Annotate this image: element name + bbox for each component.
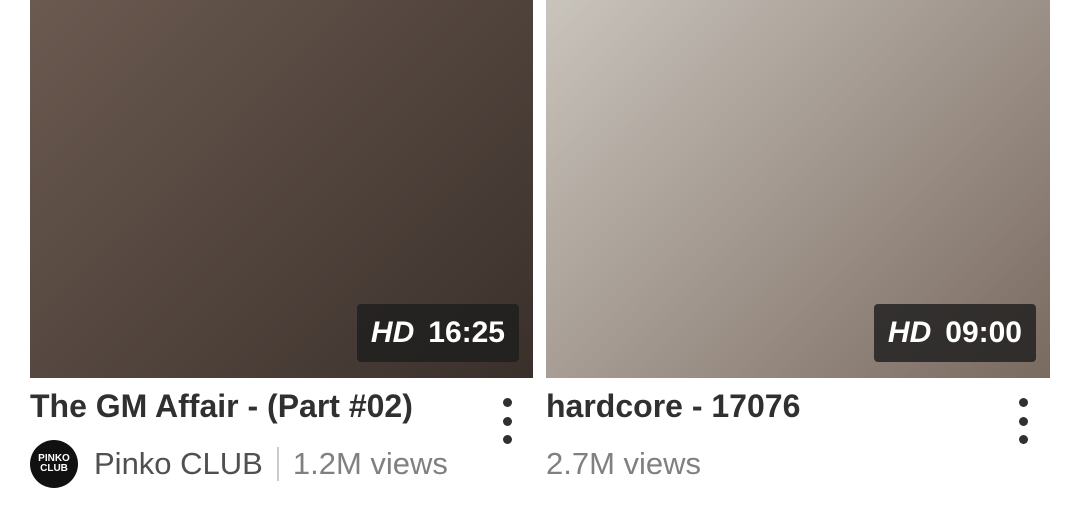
channel-name[interactable]: Pinko CLUB	[94, 446, 263, 482]
duration: 16:25	[428, 316, 505, 349]
duration-badge: HD 09:00	[873, 304, 1036, 362]
video-thumbnail[interactable]: HD 16:25	[30, 0, 533, 378]
video-title[interactable]: hardcore - 17076	[546, 388, 800, 425]
channel-avatar[interactable]: PINKO CLUB	[30, 440, 78, 488]
more-options-icon[interactable]	[500, 398, 514, 444]
divider	[276, 447, 279, 481]
duration-badge: HD 16:25	[356, 304, 519, 362]
duration: 09:00	[945, 316, 1022, 349]
video-thumbnail[interactable]: HD 09:00	[546, 0, 1050, 378]
video-title[interactable]: The GM Affair - (Part #02)	[30, 388, 413, 425]
hd-badge: HD	[887, 316, 932, 349]
view-count: 2.7M views	[546, 446, 702, 481]
avatar-logo-text: PINKO CLUB	[38, 453, 70, 474]
hd-badge: HD	[370, 316, 415, 349]
view-count: 1.2M views	[292, 446, 448, 481]
more-options-icon[interactable]	[1016, 398, 1030, 444]
video-meta: Pinko CLUB 1.2M views	[94, 446, 448, 482]
video-meta: 2.7M views	[546, 446, 701, 482]
